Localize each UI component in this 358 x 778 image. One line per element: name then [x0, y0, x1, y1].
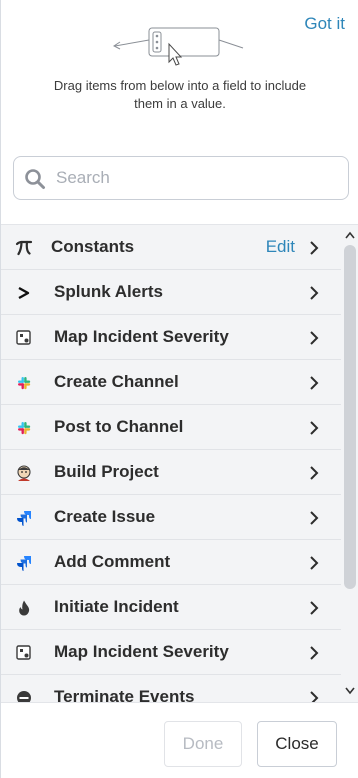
list-item-constants[interactable]: Constants Edit	[1, 225, 341, 270]
field-value-picker-panel: Got it Drag items from below into a fiel…	[0, 0, 358, 778]
search-input[interactable]	[56, 165, 336, 191]
search-icon	[25, 169, 45, 189]
chevron-right-icon	[310, 241, 319, 255]
got-it-button[interactable]: Got it	[304, 14, 345, 34]
scroll-up-icon[interactable]	[345, 231, 355, 239]
list-item-label: Splunk Alerts	[54, 282, 163, 301]
drag-illustration-icon	[113, 27, 244, 66]
chevron-right-icon	[310, 286, 319, 300]
flame-icon	[15, 599, 33, 617]
greater-than-icon	[15, 284, 33, 302]
list-item-label: Create Issue	[54, 507, 156, 526]
jira-icon	[15, 554, 33, 572]
list-item-create-issue[interactable]: Create Issue	[1, 495, 341, 540]
footer-actions: Done Close	[1, 702, 358, 778]
item-list-container[interactable]: Constants Edit Splunk Alerts Map Inciden…	[1, 224, 358, 702]
list-item-label: Terminate Events	[54, 687, 195, 702]
list-item-label: Map Incident Severity	[54, 327, 229, 346]
chevron-right-icon	[310, 601, 319, 615]
slack-icon	[15, 419, 33, 437]
search-box	[13, 156, 349, 200]
map-severity-icon	[15, 644, 33, 662]
scrollbar-thumb[interactable]	[344, 245, 356, 589]
close-button[interactable]: Close	[257, 721, 337, 767]
edit-constants-link[interactable]: Edit	[266, 237, 295, 257]
list-item-initiate-incident[interactable]: Initiate Incident	[1, 585, 341, 630]
list-item-label: Constants	[51, 237, 135, 256]
drag-hint-section: Got it Drag items from below into a fiel…	[1, 0, 358, 140]
list-item-post-to-channel[interactable]: Post to Channel	[1, 405, 341, 450]
list-item-label: Add Comment	[54, 552, 171, 571]
list-item-add-comment[interactable]: Add Comment	[1, 540, 341, 585]
pi-icon	[15, 239, 33, 257]
list-item-map-incident-severity[interactable]: Map Incident Severity	[1, 315, 341, 360]
chevron-right-icon	[310, 511, 319, 525]
jira-icon	[15, 509, 33, 527]
terminate-icon	[15, 689, 33, 702]
list-item-label: Create Channel	[54, 372, 179, 391]
list-item-label: Initiate Incident	[54, 597, 179, 616]
list-item-terminate-events[interactable]: Terminate Events	[1, 675, 341, 702]
chevron-right-icon	[310, 646, 319, 660]
list-item-splunk-alerts[interactable]: Splunk Alerts	[1, 270, 341, 315]
drag-hint-text: Drag items from below into a field to in…	[53, 78, 307, 111]
list-item-build-project[interactable]: Build Project	[1, 450, 341, 495]
list-item-label: Map Incident Severity	[54, 642, 229, 661]
list-item-label: Post to Channel	[54, 417, 184, 436]
chevron-right-icon	[310, 331, 319, 345]
map-severity-icon	[15, 329, 33, 347]
chevron-right-icon	[310, 421, 319, 435]
list-scrollbar[interactable]	[341, 225, 358, 702]
list-item-map-incident-severity[interactable]: Map Incident Severity	[1, 630, 341, 675]
done-button[interactable]: Done	[164, 721, 242, 767]
slack-icon	[15, 374, 33, 392]
chevron-right-icon	[310, 556, 319, 570]
chevron-right-icon	[310, 466, 319, 480]
jenkins-icon	[15, 464, 33, 482]
chevron-right-icon	[310, 376, 319, 390]
item-list: Constants Edit Splunk Alerts Map Inciden…	[1, 225, 341, 702]
chevron-right-icon	[310, 691, 319, 702]
list-item-create-channel[interactable]: Create Channel	[1, 360, 341, 405]
list-item-label: Build Project	[54, 462, 159, 481]
scroll-down-icon[interactable]	[345, 687, 355, 695]
